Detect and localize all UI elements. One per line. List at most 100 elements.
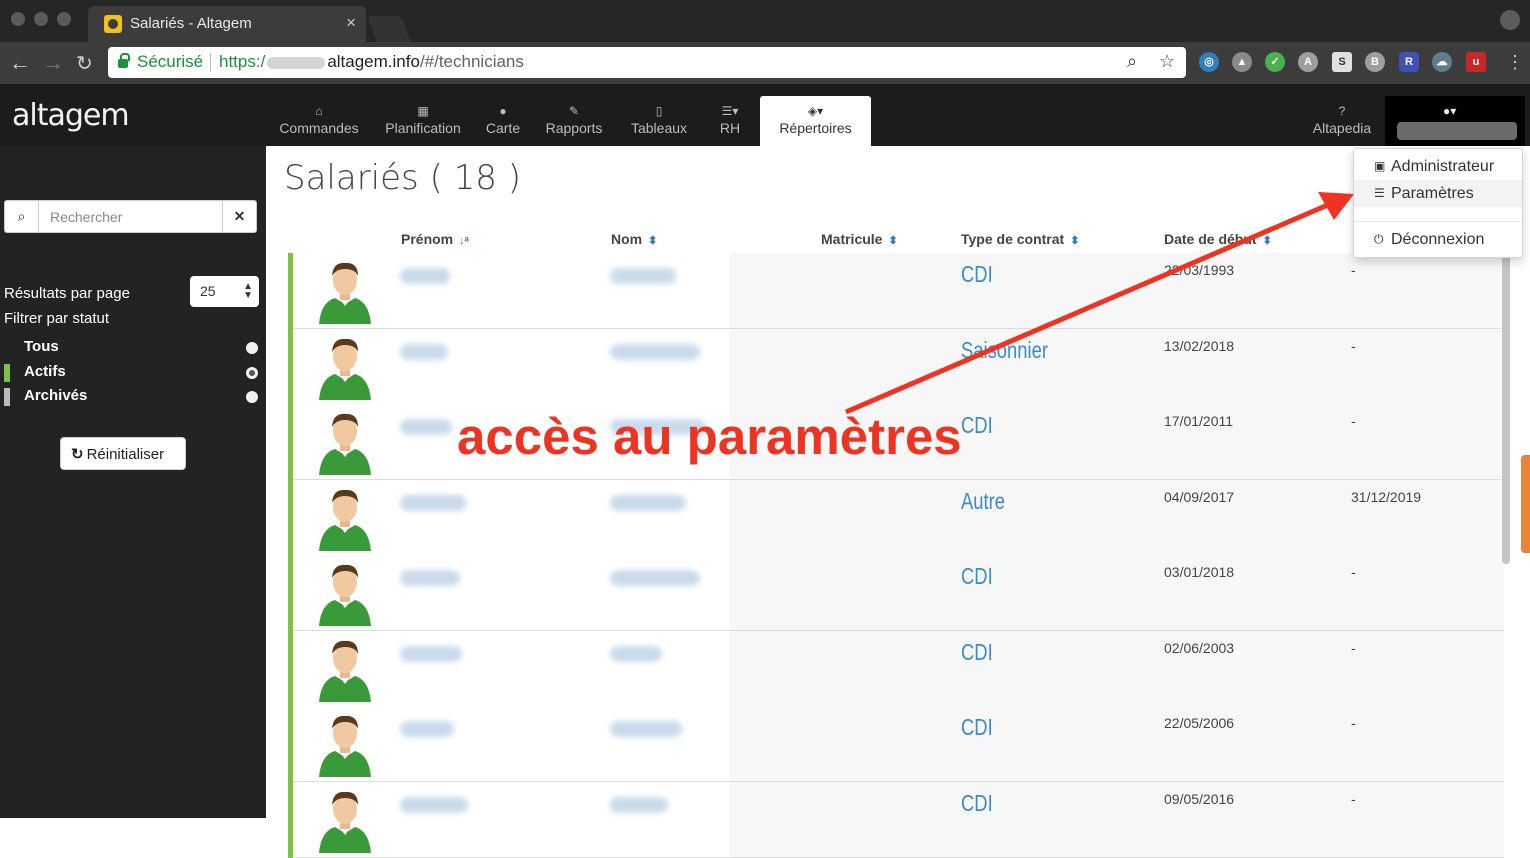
- minimize-window-icon[interactable]: [34, 12, 48, 26]
- scrollbar[interactable]: [1502, 254, 1510, 564]
- search-input[interactable]: [41, 201, 223, 232]
- nav-rh[interactable]: ☰▾ RH: [714, 84, 746, 146]
- zoom-search-icon[interactable]: ⌕: [1127, 51, 1137, 72]
- tab-close-icon[interactable]: ×: [346, 13, 356, 33]
- lock-icon: [118, 53, 130, 68]
- first-name[interactable]: [400, 570, 460, 586]
- radio-icon[interactable]: [246, 367, 258, 379]
- bookmark-star-icon[interactable]: ☆: [1159, 51, 1175, 72]
- extension-icon[interactable]: A: [1298, 52, 1318, 72]
- reset-button[interactable]: ↻ Réinitialiser: [60, 437, 186, 470]
- reload-icon[interactable]: ↻: [76, 51, 93, 76]
- new-tab-button[interactable]: [367, 16, 411, 42]
- column-matricule[interactable]: Matricule ⬍: [821, 231, 898, 247]
- table-row[interactable]: CDI 22/05/2006 -: [288, 706, 1504, 782]
- last-name[interactable]: [610, 343, 700, 360]
- sliders-icon: ☰: [1374, 186, 1385, 200]
- nav-commandes[interactable]: ⌂ Commandes: [276, 84, 362, 146]
- extension-icon[interactable]: R: [1399, 52, 1419, 72]
- sort-alpha-icon: ↓ᵃ: [459, 235, 469, 247]
- per-page-label: Résultats par page: [4, 285, 130, 302]
- side-tab[interactable]: [1521, 455, 1530, 553]
- column-nom[interactable]: Nom ⬍: [611, 231, 657, 247]
- nav-tableaux[interactable]: ▯ Tableaux: [626, 84, 692, 146]
- first-name[interactable]: [400, 645, 462, 662]
- user-menu-toggle[interactable]: ●▾: [1385, 96, 1525, 146]
- table-row[interactable]: CDI 03/01/2018 -: [288, 555, 1504, 631]
- close-window-icon[interactable]: [11, 12, 25, 26]
- table-row[interactable]: Saisonnier 13/02/2018 -: [288, 328, 1504, 405]
- status-filter-tous[interactable]: Tous: [0, 337, 266, 359]
- table-row[interactable]: CDI 02/06/2003 -: [288, 630, 1504, 707]
- contract-type[interactable]: CDI: [961, 412, 993, 439]
- secure-label: Sécurisé: [137, 52, 204, 71]
- search-box: ⌕ ✕: [4, 200, 257, 233]
- page-title: Salariés ( 18 ): [284, 158, 521, 198]
- lock-icon: ▣: [1374, 159, 1386, 173]
- column-type-contrat[interactable]: Type de contrat ⬍: [961, 231, 1079, 247]
- contract-type[interactable]: Saisonnier: [961, 337, 1048, 364]
- clear-search-icon[interactable]: ✕: [222, 201, 256, 232]
- nav-rapports[interactable]: ✎ Rapports: [541, 84, 607, 146]
- start-date: 03/01/2018: [1164, 564, 1235, 580]
- question-icon: ?: [1338, 104, 1346, 118]
- extension-icon[interactable]: ☁: [1432, 52, 1452, 72]
- radio-icon[interactable]: [246, 342, 258, 354]
- column-date-debut[interactable]: Date de début ⬍: [1164, 231, 1272, 247]
- menu-icon[interactable]: ⋮: [1506, 52, 1524, 73]
- nav-carte[interactable]: ● Carte: [481, 84, 525, 146]
- end-date: -: [1351, 639, 1356, 656]
- extension-icon[interactable]: ✓: [1265, 52, 1285, 72]
- table-row[interactable]: CDI 22/03/1993 -: [288, 253, 1504, 329]
- select-arrow-icon: ▲ ▼: [243, 281, 253, 301]
- menu-item-administrateur[interactable]: ▣ Administrateur: [1354, 153, 1522, 180]
- table-row[interactable]: Autre 04/09/2017 31/12/2019: [288, 479, 1504, 556]
- nav-altapedia[interactable]: ? Altapedia: [1306, 84, 1378, 146]
- last-name[interactable]: [610, 796, 668, 813]
- last-name[interactable]: [610, 494, 686, 511]
- start-date: 13/02/2018: [1164, 337, 1235, 354]
- nav-repertoires[interactable]: ◈▾ Répertoires: [760, 96, 871, 146]
- search-icon[interactable]: ⌕: [5, 201, 39, 232]
- column-prenom[interactable]: Prénom ↓ᵃ: [401, 231, 469, 247]
- contract-type[interactable]: CDI: [961, 790, 993, 817]
- address-bar[interactable]: Sécurisé https:/altagem.info/#/technicia…: [108, 47, 1186, 78]
- last-name[interactable]: [610, 645, 662, 662]
- last-name[interactable]: [610, 268, 676, 284]
- contract-type[interactable]: CDI: [961, 714, 993, 741]
- logo[interactable]: altagem: [12, 98, 130, 133]
- extension-icon[interactable]: u: [1466, 52, 1486, 72]
- first-name[interactable]: [400, 494, 466, 511]
- menu-item-parametres[interactable]: ☰ Paramètres: [1354, 180, 1522, 207]
- extension-icon[interactable]: ◎: [1199, 52, 1219, 72]
- start-date: 22/05/2006: [1164, 715, 1235, 731]
- per-page-select[interactable]: 25 ▲ ▼: [190, 276, 259, 307]
- last-name[interactable]: [610, 570, 700, 586]
- first-name[interactable]: [400, 419, 452, 435]
- forward-icon[interactable]: →: [42, 50, 64, 76]
- contract-type[interactable]: CDI: [961, 639, 993, 666]
- radio-icon[interactable]: [246, 391, 258, 403]
- user-name: [1397, 122, 1517, 140]
- last-name[interactable]: [610, 721, 682, 737]
- menu-item-deconnexion[interactable]: ⏻ Déconnexion: [1354, 226, 1522, 253]
- status-filter-archives[interactable]: Archivés: [0, 386, 266, 408]
- extension-icon[interactable]: ▲: [1232, 52, 1252, 72]
- browser-tab[interactable]: Salariés - Altagem ×: [88, 6, 366, 42]
- first-name[interactable]: [400, 796, 468, 813]
- contract-type[interactable]: Autre: [961, 488, 1005, 515]
- contract-type[interactable]: CDI: [961, 563, 993, 590]
- status-filter-actifs[interactable]: Actifs: [0, 362, 266, 384]
- profile-icon[interactable]: [1500, 10, 1520, 30]
- contract-type[interactable]: CDI: [961, 261, 993, 288]
- nav-planification[interactable]: ▦ Planification: [380, 84, 466, 146]
- calendar-icon: ▦: [417, 104, 429, 118]
- extension-icon[interactable]: S: [1332, 52, 1352, 72]
- first-name[interactable]: [400, 343, 448, 360]
- extension-icon[interactable]: B: [1365, 52, 1385, 72]
- zoom-window-icon[interactable]: [57, 12, 71, 26]
- first-name[interactable]: [400, 268, 450, 284]
- first-name[interactable]: [400, 721, 454, 737]
- table-row[interactable]: CDI 09/05/2016 -: [288, 781, 1504, 858]
- back-icon[interactable]: ←: [9, 50, 31, 76]
